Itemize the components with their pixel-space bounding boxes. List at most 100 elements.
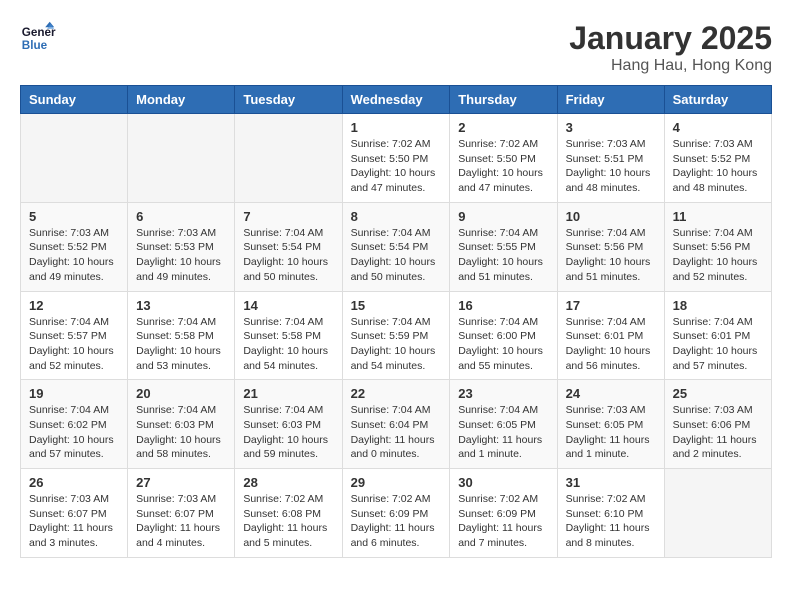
calendar-week-row: 12 Sunrise: 7:04 AM Sunset: 5:57 PM Dayli… — [21, 291, 772, 380]
calendar-cell — [21, 114, 128, 203]
day-info: Sunrise: 7:04 AM Sunset: 6:01 PM Dayligh… — [566, 315, 656, 374]
calendar-week-row: 19 Sunrise: 7:04 AM Sunset: 6:02 PM Dayli… — [21, 380, 772, 469]
weekday-header-row: SundayMondayTuesdayWednesdayThursdayFrid… — [21, 86, 772, 114]
calendar-cell: 3 Sunrise: 7:03 AM Sunset: 5:51 PM Daylig… — [557, 114, 664, 203]
calendar-cell: 4Sunrise: 7:03 AM Sunset: 5:52 PM Daylig… — [664, 114, 771, 203]
calendar-cell: 11Sunrise: 7:04 AM Sunset: 5:56 PM Dayli… — [664, 202, 771, 291]
calendar-cell: 27Sunrise: 7:03 AM Sunset: 6:07 PM Dayli… — [128, 469, 235, 558]
calendar-cell — [235, 114, 342, 203]
day-info: Sunrise: 7:04 AM Sunset: 6:04 PM Dayligh… — [351, 403, 442, 462]
calendar-cell: 8Sunrise: 7:04 AM Sunset: 5:54 PM Daylig… — [342, 202, 450, 291]
weekday-header-tuesday: Tuesday — [235, 86, 342, 114]
day-number: 15 — [351, 298, 442, 313]
day-info: Sunrise: 7:03 AM Sunset: 6:06 PM Dayligh… — [673, 403, 763, 462]
day-info: Sunrise: 7:04 AM Sunset: 5:58 PM Dayligh… — [243, 315, 333, 374]
logo-icon: General Blue — [20, 20, 56, 56]
day-info: Sunrise: 7:04 AM Sunset: 6:03 PM Dayligh… — [136, 403, 226, 462]
day-number: 25 — [673, 386, 763, 401]
day-number: 26 — [29, 475, 119, 490]
calendar-cell — [128, 114, 235, 203]
day-info: Sunrise: 7:04 AM Sunset: 5:56 PM Dayligh… — [673, 226, 763, 285]
day-info: Sunrise: 7:04 AM Sunset: 5:55 PM Dayligh… — [458, 226, 548, 285]
calendar-cell: 5Sunrise: 7:03 AM Sunset: 5:52 PM Daylig… — [21, 202, 128, 291]
calendar-cell: 13 Sunrise: 7:04 AM Sunset: 5:58 PM Dayli… — [128, 291, 235, 380]
calendar-week-row: 1 Sunrise: 7:02 AM Sunset: 5:50 PM Daylig… — [21, 114, 772, 203]
logo: General Blue — [20, 20, 56, 56]
calendar-week-row: 26 Sunrise: 7:03 AM Sunset: 6:07 PM Dayli… — [21, 469, 772, 558]
calendar-table: SundayMondayTuesdayWednesdayThursdayFrid… — [20, 85, 772, 558]
calendar-cell: 25 Sunrise: 7:03 AM Sunset: 6:06 PM Dayli… — [664, 380, 771, 469]
day-number: 1 — [351, 120, 442, 135]
day-number: 10 — [566, 209, 656, 224]
calendar-cell: 10Sunrise: 7:04 AM Sunset: 5:56 PM Dayli… — [557, 202, 664, 291]
calendar-location: Hang Hau, Hong Kong — [569, 57, 772, 75]
day-info: Sunrise: 7:04 AM Sunset: 5:57 PM Dayligh… — [29, 315, 119, 374]
calendar-cell: 16Sunrise: 7:04 AM Sunset: 6:00 PM Dayli… — [450, 291, 557, 380]
day-number: 14 — [243, 298, 333, 313]
calendar-cell: 22 Sunrise: 7:04 AM Sunset: 6:04 PM Dayli… — [342, 380, 450, 469]
title-block: January 2025 Hang Hau, Hong Kong — [569, 20, 772, 75]
day-info: Sunrise: 7:04 AM Sunset: 5:58 PM Dayligh… — [136, 315, 226, 374]
calendar-title: January 2025 — [569, 20, 772, 57]
day-number: 9 — [458, 209, 548, 224]
calendar-week-row: 5Sunrise: 7:03 AM Sunset: 5:52 PM Daylig… — [21, 202, 772, 291]
day-info: Sunrise: 7:02 AM Sunset: 5:50 PM Dayligh… — [458, 137, 548, 196]
day-info: Sunrise: 7:02 AM Sunset: 6:08 PM Dayligh… — [243, 492, 333, 551]
day-number: 30 — [458, 475, 548, 490]
weekday-header-friday: Friday — [557, 86, 664, 114]
calendar-cell: 30 Sunrise: 7:02 AM Sunset: 6:09 PM Dayli… — [450, 469, 557, 558]
calendar-cell: 20 Sunrise: 7:04 AM Sunset: 6:03 PM Dayli… — [128, 380, 235, 469]
calendar-cell: 29 Sunrise: 7:02 AM Sunset: 6:09 PM Dayli… — [342, 469, 450, 558]
calendar-cell: 24 Sunrise: 7:03 AM Sunset: 6:05 PM Dayli… — [557, 380, 664, 469]
day-info: Sunrise: 7:04 AM Sunset: 6:02 PM Dayligh… — [29, 403, 119, 462]
day-number: 18 — [673, 298, 763, 313]
day-info: Sunrise: 7:04 AM Sunset: 6:05 PM Dayligh… — [458, 403, 548, 462]
day-info: Sunrise: 7:02 AM Sunset: 6:10 PM Dayligh… — [566, 492, 656, 551]
svg-text:Blue: Blue — [22, 39, 48, 52]
calendar-cell: 14 Sunrise: 7:04 AM Sunset: 5:58 PM Dayli… — [235, 291, 342, 380]
calendar-cell: 12 Sunrise: 7:04 AM Sunset: 5:57 PM Dayli… — [21, 291, 128, 380]
calendar-cell: 17 Sunrise: 7:04 AM Sunset: 6:01 PM Dayli… — [557, 291, 664, 380]
calendar-cell: 19 Sunrise: 7:04 AM Sunset: 6:02 PM Dayli… — [21, 380, 128, 469]
day-info: Sunrise: 7:04 AM Sunset: 6:01 PM Dayligh… — [673, 315, 763, 374]
day-number: 12 — [29, 298, 119, 313]
day-info: Sunrise: 7:02 AM Sunset: 6:09 PM Dayligh… — [458, 492, 548, 551]
day-number: 19 — [29, 386, 119, 401]
day-info: Sunrise: 7:02 AM Sunset: 6:09 PM Dayligh… — [351, 492, 442, 551]
day-info: Sunrise: 7:03 AM Sunset: 6:05 PM Dayligh… — [566, 403, 656, 462]
weekday-header-sunday: Sunday — [21, 86, 128, 114]
day-number: 27 — [136, 475, 226, 490]
day-number: 4 — [673, 120, 763, 135]
calendar-cell: 1Sunrise: 7:02 AM Sunset: 5:50 PM Daylig… — [342, 114, 450, 203]
calendar-cell: 6 Sunrise: 7:03 AM Sunset: 5:53 PM Daylig… — [128, 202, 235, 291]
day-info: Sunrise: 7:03 AM Sunset: 6:07 PM Dayligh… — [29, 492, 119, 551]
day-number: 17 — [566, 298, 656, 313]
day-number: 23 — [458, 386, 548, 401]
day-number: 22 — [351, 386, 442, 401]
day-number: 2 — [458, 120, 548, 135]
day-number: 7 — [243, 209, 333, 224]
day-number: 8 — [351, 209, 442, 224]
day-info: Sunrise: 7:03 AM Sunset: 5:51 PM Dayligh… — [566, 137, 656, 196]
day-number: 5 — [29, 209, 119, 224]
day-number: 20 — [136, 386, 226, 401]
day-number: 21 — [243, 386, 333, 401]
day-number: 13 — [136, 298, 226, 313]
weekday-header-wednesday: Wednesday — [342, 86, 450, 114]
weekday-header-monday: Monday — [128, 86, 235, 114]
calendar-cell: 18 Sunrise: 7:04 AM Sunset: 6:01 PM Dayli… — [664, 291, 771, 380]
calendar-cell: 21Sunrise: 7:04 AM Sunset: 6:03 PM Dayli… — [235, 380, 342, 469]
calendar-cell: 9 Sunrise: 7:04 AM Sunset: 5:55 PM Daylig… — [450, 202, 557, 291]
calendar-cell: 26 Sunrise: 7:03 AM Sunset: 6:07 PM Dayli… — [21, 469, 128, 558]
calendar-cell: 28 Sunrise: 7:02 AM Sunset: 6:08 PM Dayli… — [235, 469, 342, 558]
calendar-cell: 31Sunrise: 7:02 AM Sunset: 6:10 PM Dayli… — [557, 469, 664, 558]
calendar-cell — [664, 469, 771, 558]
day-number: 6 — [136, 209, 226, 224]
day-number: 24 — [566, 386, 656, 401]
day-number: 28 — [243, 475, 333, 490]
day-number: 29 — [351, 475, 442, 490]
calendar-cell: 15Sunrise: 7:04 AM Sunset: 5:59 PM Dayli… — [342, 291, 450, 380]
calendar-cell: 2 Sunrise: 7:02 AM Sunset: 5:50 PM Daylig… — [450, 114, 557, 203]
day-number: 3 — [566, 120, 656, 135]
day-info: Sunrise: 7:03 AM Sunset: 5:53 PM Dayligh… — [136, 226, 226, 285]
